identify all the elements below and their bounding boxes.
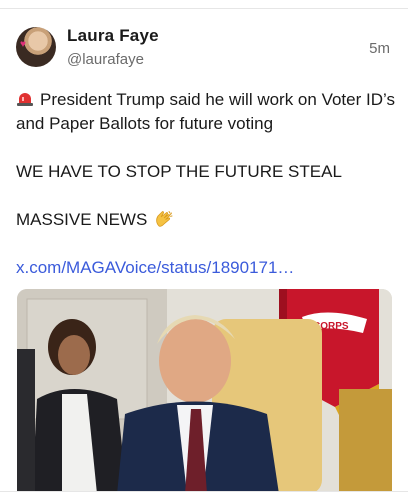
post-text-line: MASSIVE NEWS: [16, 210, 148, 229]
post-text-line: WE HAVE TO STOP THE FUTURE STEAL: [16, 162, 342, 181]
post-card[interactable]: ♥ Laura Faye @laurafaye 5m President Tru…: [0, 0, 408, 500]
heart-icon: ♥: [20, 39, 26, 50]
post-body: President Trump said he will work on Vot…: [16, 88, 396, 280]
post-timestamp: 5m: [369, 40, 390, 57]
post-link[interactable]: x.com/MAGAVoice/status/1890171…: [16, 258, 294, 277]
post-text-line: President Trump said he will work on Vot…: [16, 90, 395, 133]
post-paragraph: President Trump said he will work on Vot…: [16, 88, 396, 136]
media-bottom-edge: [0, 491, 408, 500]
avatar[interactable]: ♥: [16, 27, 56, 67]
post-paragraph: MASSIVE NEWS: [16, 208, 396, 232]
police-siren-icon: [17, 93, 33, 106]
author-name[interactable]: Laura Faye: [67, 26, 159, 46]
media-photo: CORPS: [17, 289, 392, 494]
post-media-image[interactable]: CORPS: [17, 289, 392, 494]
post-paragraph: WE HAVE TO STOP THE FUTURE STEAL: [16, 160, 396, 184]
clapping-hands-icon: [156, 211, 173, 227]
post-paragraph: x.com/MAGAVoice/status/1890171…: [16, 256, 396, 280]
author-handle[interactable]: @laurafaye: [67, 51, 144, 68]
